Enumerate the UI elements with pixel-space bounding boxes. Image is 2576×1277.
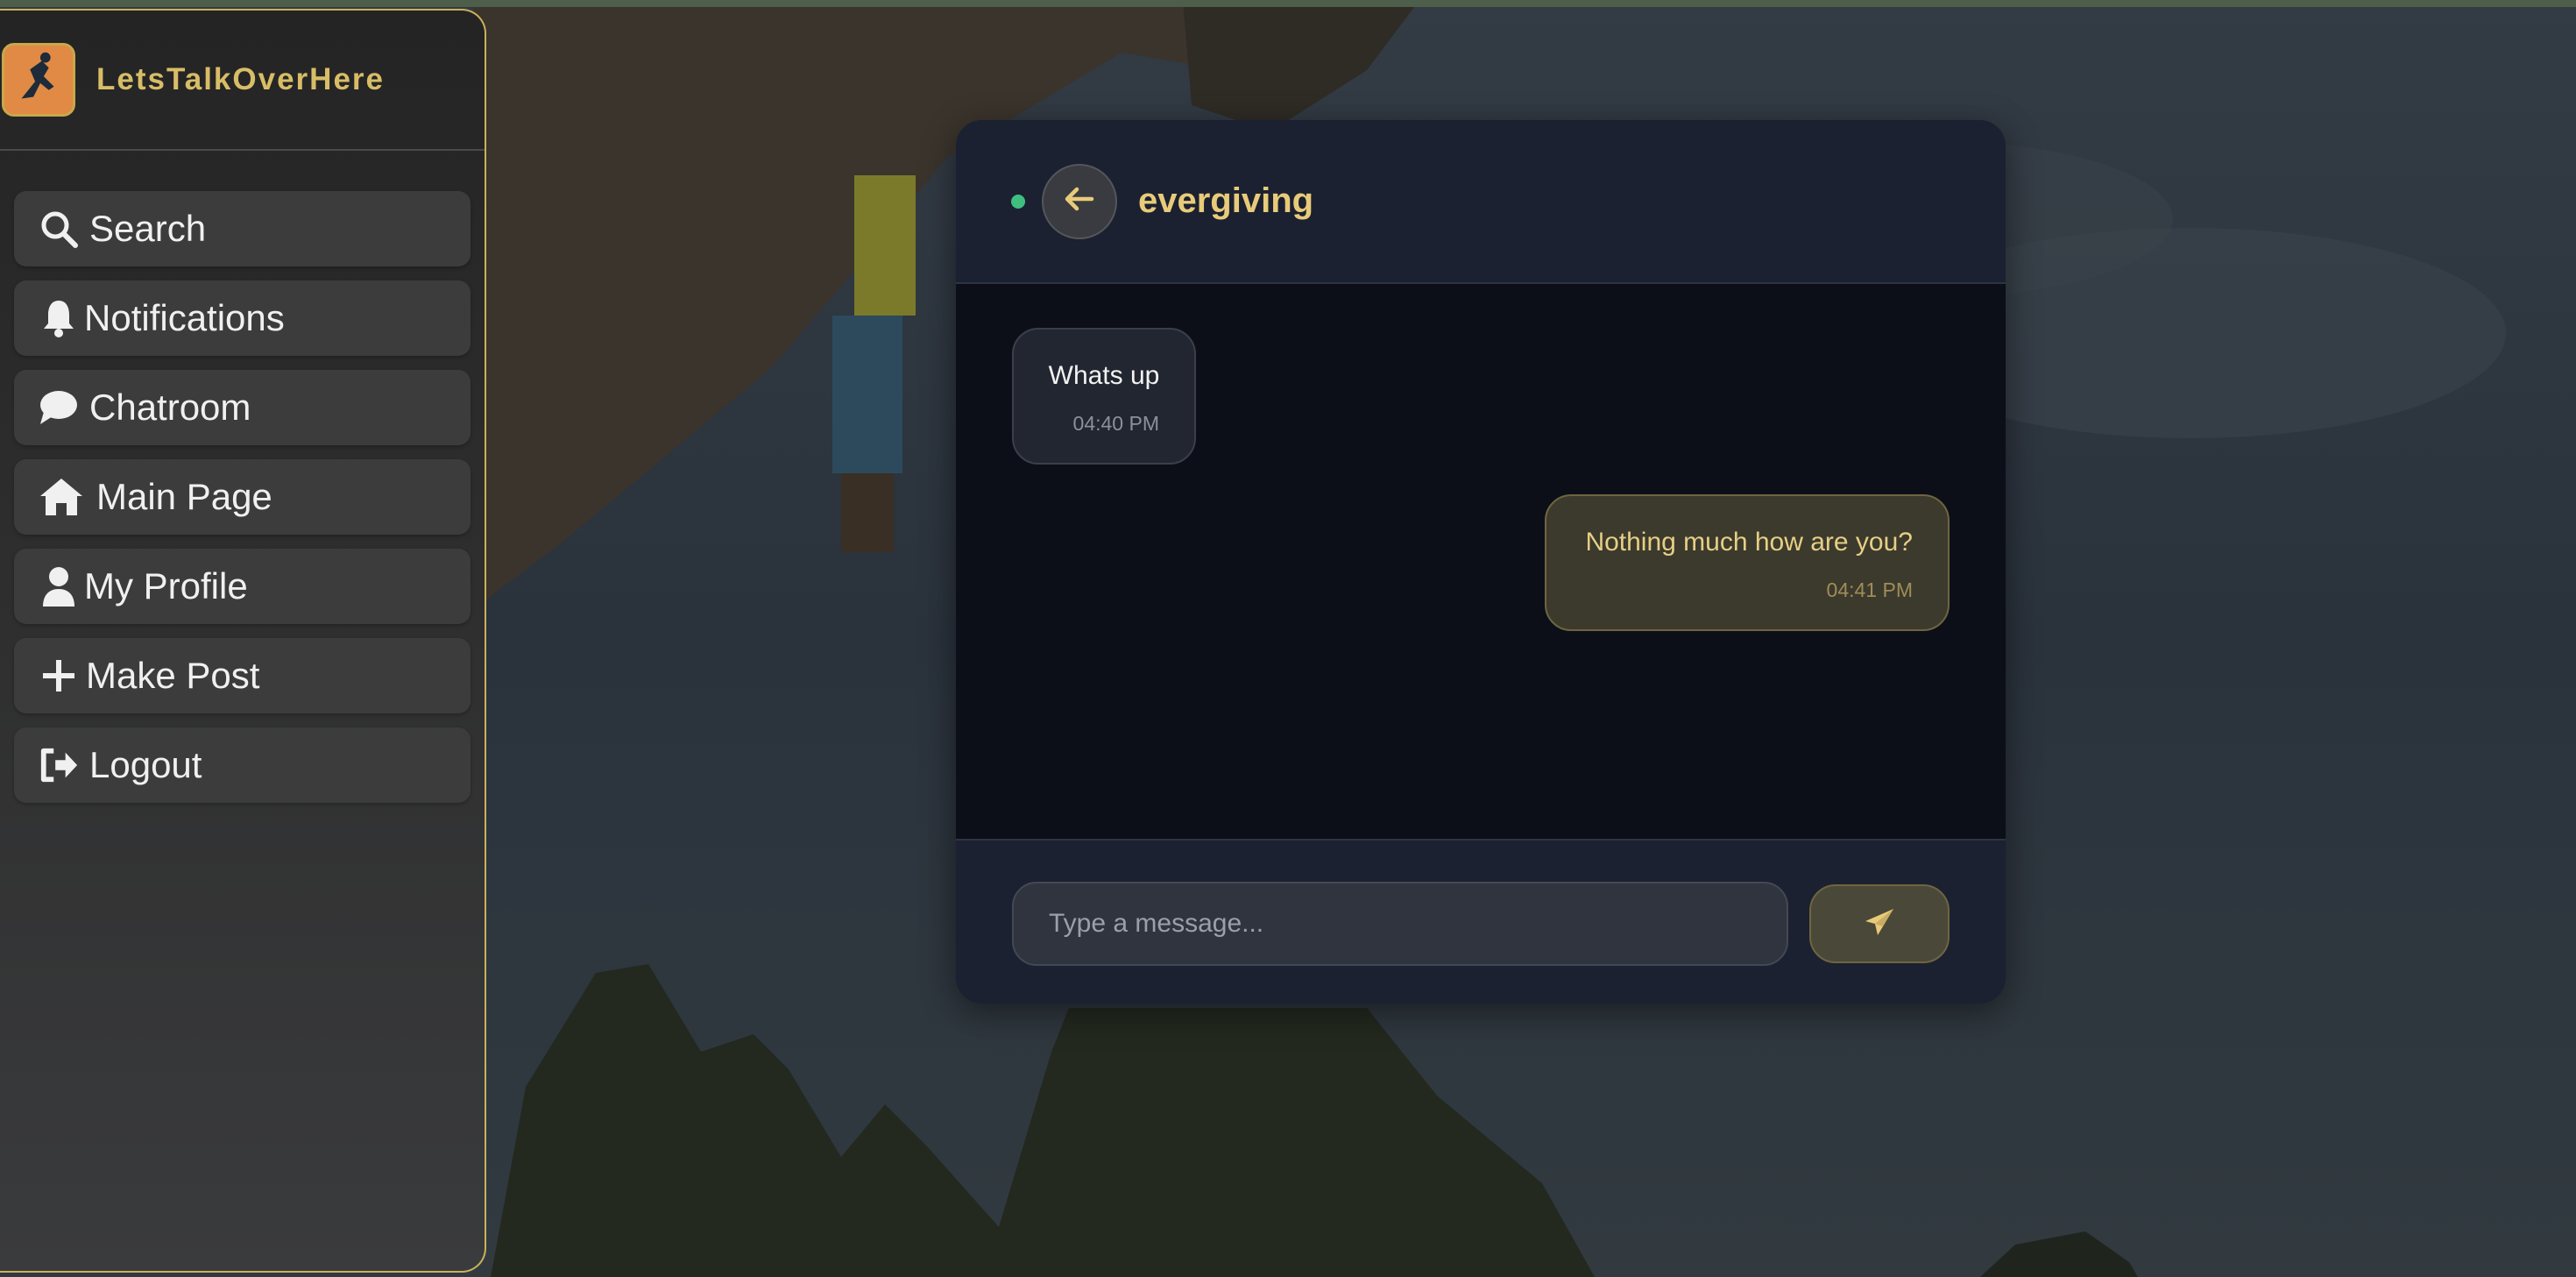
sidebar-item-my-profile[interactable]: My Profile xyxy=(14,549,471,624)
message-outgoing: Nothing much how are you? 04:41 PM xyxy=(1545,494,1950,631)
online-status-indicator xyxy=(1011,194,1025,209)
sidebar: LetsTalkOverHere Search Notifications Ch… xyxy=(0,9,486,1273)
top-border xyxy=(0,0,2576,7)
message-composer xyxy=(956,839,2006,1004)
search-icon xyxy=(39,209,79,249)
sidebar-item-label: Main Page xyxy=(96,476,272,517)
arrow-left-icon xyxy=(1065,187,1094,216)
plus-icon xyxy=(39,656,79,696)
sidebar-item-label: Notifications xyxy=(84,297,285,338)
app-name: LetsTalkOverHere xyxy=(96,62,386,96)
message-incoming: Whats up 04:40 PM xyxy=(1012,328,1196,465)
sidebar-item-make-post[interactable]: Make Post xyxy=(14,638,471,713)
chat-bubble-icon xyxy=(39,387,79,428)
brand-header: LetsTalkOverHere xyxy=(0,11,485,151)
back-button[interactable] xyxy=(1042,163,1117,239)
sidebar-nav: Search Notifications Chatroom Main Page … xyxy=(0,151,485,803)
sidebar-item-label: My Profile xyxy=(84,565,248,607)
send-button[interactable] xyxy=(1809,884,1950,963)
climber-logo-icon[interactable] xyxy=(2,43,75,117)
sidebar-item-label: Make Post xyxy=(86,655,260,696)
sidebar-item-chatroom[interactable]: Chatroom xyxy=(14,370,471,445)
sidebar-item-label: Chatroom xyxy=(89,387,251,428)
sidebar-item-notifications[interactable]: Notifications xyxy=(14,280,471,356)
paper-plane-icon xyxy=(1864,907,1895,941)
home-icon xyxy=(39,477,84,517)
message-time: 04:41 PM xyxy=(1826,578,1913,601)
chat-header: evergiving xyxy=(956,120,2006,284)
message-list[interactable]: Whats up 04:40 PM Nothing much how are y… xyxy=(956,284,2006,839)
message-time: 04:40 PM xyxy=(1072,412,1159,435)
sidebar-item-label: Logout xyxy=(89,744,202,785)
sidebar-item-label: Search xyxy=(89,208,207,249)
chat-username[interactable]: evergiving xyxy=(1138,181,1313,221)
message-text: Nothing much how are you? xyxy=(1585,528,1913,557)
user-icon xyxy=(39,566,79,607)
message-text: Whats up xyxy=(1048,361,1160,390)
bell-icon xyxy=(39,298,79,338)
sidebar-item-main-page[interactable]: Main Page xyxy=(14,459,471,535)
logout-icon xyxy=(39,745,79,785)
message-input[interactable] xyxy=(1012,882,1788,966)
sidebar-item-logout[interactable]: Logout xyxy=(14,727,471,803)
sidebar-item-search[interactable]: Search xyxy=(14,191,471,266)
chat-window: evergiving Whats up 04:40 PM Nothing muc… xyxy=(956,120,2006,1004)
